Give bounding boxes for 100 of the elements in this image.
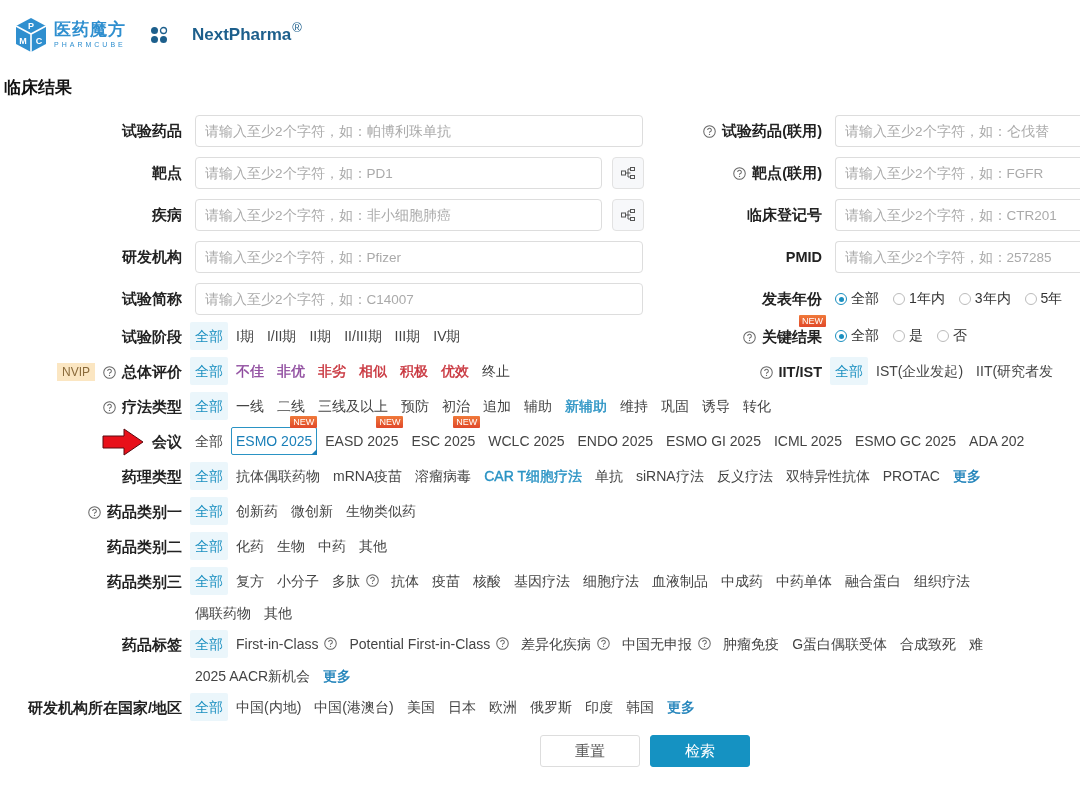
filter-option[interactable]: 全部 <box>190 356 228 385</box>
filter-option[interactable]: 中国(内地) <box>231 692 307 721</box>
help-icon[interactable] <box>88 505 101 519</box>
help-icon[interactable] <box>733 166 747 180</box>
filter-option[interactable]: 细胞疗法 <box>578 566 644 595</box>
filter-option[interactable]: ESC 2025 <box>406 426 481 455</box>
filter-option[interactable]: 化药 <box>231 531 269 560</box>
filter-option[interactable]: 一线 <box>231 391 269 420</box>
filter-option[interactable]: 抗体偶联药物 <box>231 461 325 490</box>
filter-option[interactable]: 美国 <box>401 692 440 721</box>
radio-option[interactable]: 1年内 <box>893 290 945 308</box>
filter-option[interactable]: 终止 <box>477 356 515 385</box>
filter-option[interactable]: 维持 <box>615 391 653 420</box>
filter-option[interactable]: 相似 <box>354 356 392 385</box>
filter-option[interactable]: 全部 <box>190 692 228 721</box>
reset-button[interactable]: 重置 <box>540 735 640 767</box>
filter-option[interactable]: 辅助 <box>519 391 557 420</box>
filter-option[interactable]: ESMO GC 2025 <box>849 426 962 455</box>
filter-option[interactable]: 创新药 <box>231 496 283 525</box>
filter-option[interactable]: 中成药 <box>716 566 768 595</box>
help-icon[interactable] <box>496 637 510 650</box>
filter-option[interactable]: 反义疗法 <box>711 461 778 490</box>
radio-option[interactable]: 否 <box>937 327 967 345</box>
filter-option[interactable]: ADA 202 <box>964 426 1030 455</box>
filter-option[interactable]: siRNA疗法 <box>631 461 709 490</box>
filter-option[interactable]: 中药单体 <box>771 566 837 595</box>
filter-option[interactable]: 巩固 <box>656 391 694 420</box>
help-icon[interactable] <box>597 637 611 650</box>
filter-option[interactable]: 新辅助 <box>560 391 612 420</box>
filter-option[interactable]: First-in-Class <box>231 629 324 658</box>
input-field[interactable]: 请输入至少2个字符，如：C14007 <box>195 283 643 315</box>
input-field[interactable]: 请输入至少2个字符，如：Pfizer <box>195 241 643 273</box>
help-icon[interactable] <box>324 637 338 650</box>
help-icon[interactable] <box>759 365 773 379</box>
filter-option[interactable]: ENDO 2025 <box>572 426 658 455</box>
radio-option[interactable]: 是 <box>893 327 923 345</box>
filter-option[interactable]: 双特异性抗体 <box>780 461 875 490</box>
filter-option[interactable]: 生物 <box>272 531 310 560</box>
filter-option[interactable]: 中国无申报 <box>617 629 698 658</box>
filter-option[interactable]: 核酸 <box>468 566 506 595</box>
filter-option[interactable]: 全部 <box>190 531 228 560</box>
filter-option[interactable]: 抗体 <box>386 566 424 595</box>
filter-option[interactable]: 更多 <box>947 461 986 490</box>
help-icon[interactable] <box>743 330 756 344</box>
filter-option[interactable]: 微创新 <box>286 496 338 525</box>
filter-option[interactable]: 诱导 <box>697 391 735 420</box>
apps-icon[interactable] <box>150 26 168 44</box>
filter-option[interactable]: 偶联药物 <box>190 598 256 627</box>
filter-option[interactable]: II期 <box>304 321 337 350</box>
filter-option[interactable]: 溶瘤病毒 <box>410 461 477 490</box>
filter-option[interactable]: 肿瘤免疫 <box>718 629 785 658</box>
help-icon[interactable] <box>698 637 712 650</box>
help-icon[interactable] <box>703 124 717 138</box>
filter-option[interactable]: 其他 <box>354 531 392 560</box>
filter-option[interactable]: 基因疗法 <box>509 566 575 595</box>
input-field[interactable]: 请输入至少2个字符，如：257285 <box>835 241 1080 273</box>
filter-option[interactable]: EASD 2025 <box>320 426 404 455</box>
filter-option[interactable]: 积极 <box>395 356 433 385</box>
filter-option[interactable]: 难 <box>964 629 989 658</box>
filter-option[interactable]: IV期 <box>428 321 466 350</box>
filter-option[interactable]: 全部 <box>190 391 228 420</box>
filter-option[interactable]: 非劣 <box>313 356 351 385</box>
filter-option[interactable]: 全部 <box>190 426 228 455</box>
radio-option[interactable]: 5年 <box>1024 290 1063 308</box>
filter-option[interactable]: 单抗 <box>590 461 628 490</box>
filter-option[interactable]: 生物类似药 <box>341 496 421 525</box>
input-field[interactable]: 请输入至少2个字符，如：仑伐替 <box>835 115 1080 147</box>
filter-option[interactable]: 全部 <box>190 461 228 490</box>
radio-option[interactable]: 全部 <box>835 327 879 345</box>
help-icon[interactable] <box>103 365 116 379</box>
filter-option[interactable]: ICML 2025 <box>768 426 847 455</box>
radio-option[interactable]: 3年内 <box>958 290 1011 308</box>
filter-option[interactable]: 全部 <box>190 496 228 525</box>
filter-option[interactable]: CAR T细胞疗法 <box>479 461 587 490</box>
filter-option[interactable]: 非优 <box>272 356 310 385</box>
input-field[interactable]: 请输入至少2个字符，如：帕博利珠单抗 <box>195 115 643 147</box>
filter-option[interactable]: II/III期 <box>339 321 387 350</box>
filter-option[interactable]: 差异化疾病 <box>516 629 597 658</box>
filter-option[interactable]: 优效 <box>436 356 474 385</box>
input-field[interactable]: 请输入至少2个字符，如：CTR201 <box>835 199 1080 231</box>
filter-option[interactable]: 更多 <box>318 661 357 690</box>
input-field[interactable]: 请输入至少2个字符，如：非小细胞肺癌 <box>195 199 602 231</box>
filter-option[interactable]: III期 <box>389 321 426 350</box>
filter-option[interactable]: IIT(研究者发 <box>971 356 1059 385</box>
filter-option[interactable]: 更多 <box>661 692 700 721</box>
input-field[interactable]: 请输入至少2个字符，如：PD1 <box>195 157 602 189</box>
filter-option[interactable]: 2025 AACR新机会 <box>190 661 316 690</box>
radio-option[interactable]: 全部 <box>835 290 879 308</box>
help-icon[interactable] <box>103 400 116 414</box>
filter-option[interactable]: IST(企业发起) <box>871 356 969 385</box>
filter-option[interactable]: WCLC 2025 <box>483 426 570 455</box>
filter-option[interactable]: I/II期 <box>261 321 302 350</box>
input-field[interactable]: 请输入至少2个字符，如：FGFR <box>835 157 1080 189</box>
filter-option[interactable]: 日本 <box>442 692 481 721</box>
filter-option[interactable]: 合成致死 <box>895 629 962 658</box>
filter-option[interactable]: 全部 <box>830 356 868 385</box>
filter-option[interactable]: 其他 <box>259 598 297 627</box>
filter-option[interactable]: PROTAC <box>877 461 945 490</box>
filter-option[interactable]: 组织疗法 <box>909 566 975 595</box>
filter-option[interactable]: 欧洲 <box>483 692 522 721</box>
